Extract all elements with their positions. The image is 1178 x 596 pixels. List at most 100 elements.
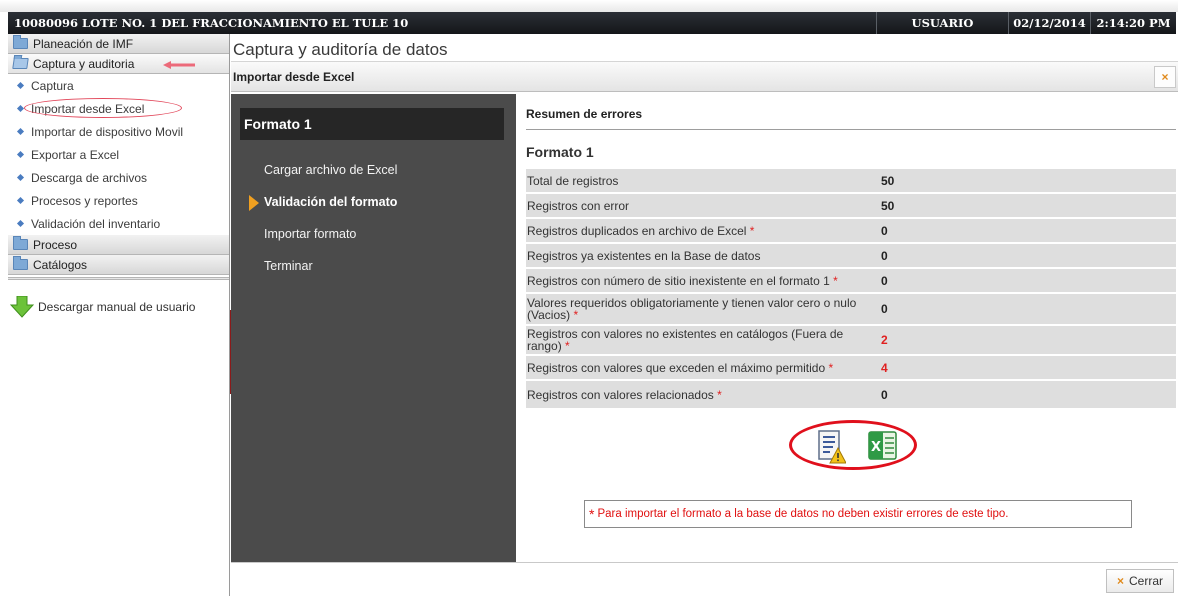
step-validacion[interactable]: Validación del formato	[231, 186, 516, 218]
section-label: Catálogos	[33, 257, 88, 272]
row-value: 0	[881, 223, 888, 238]
sidebar: Planeación de IMF Captura y auditoria Ca…	[8, 34, 236, 596]
step-importar[interactable]: Importar formato	[231, 218, 516, 250]
row-label: Total de registros	[527, 173, 619, 188]
sidebar-item-importar-movil[interactable]: Importar de dispositivo Movil	[8, 120, 229, 143]
table-row: Registros con valores que exceden el máx…	[526, 356, 1176, 381]
row-label: Registros duplicados en archivo de Excel	[527, 223, 747, 238]
download-arrow-icon	[10, 296, 34, 318]
format-title: Formato 1	[526, 144, 594, 160]
step-label: Importar formato	[264, 227, 357, 241]
dialog-title: Importar desde Excel	[233, 69, 355, 84]
row-label: Registros con error	[527, 198, 630, 213]
sidebar-item-descarga[interactable]: Descarga de archivos	[8, 166, 229, 189]
row-label: Registros con número de sitio inexistent…	[527, 273, 830, 288]
bullet-icon	[16, 173, 25, 182]
annotation-circle	[24, 98, 182, 118]
sidebar-item-exportar-excel[interactable]: Exportar a Excel	[8, 143, 229, 166]
row-value: 50	[881, 198, 895, 213]
note-text: Para importar el formato a la base de da…	[597, 508, 1009, 520]
folder-icon	[13, 256, 28, 270]
sidebar-section-catalogos[interactable]: Catálogos	[8, 255, 229, 275]
table-row: Registros con error 50	[526, 194, 1176, 219]
bullet-icon	[16, 219, 25, 228]
user-label[interactable]: USUARIO	[876, 12, 1008, 34]
date-label: 02/12/2014	[1008, 12, 1090, 34]
summary-content: Resumen de errores Formato 1 Total de re…	[526, 94, 1176, 562]
row-label: Registros con valores relacionados	[527, 387, 714, 402]
bullet-icon	[16, 81, 25, 90]
table-row: Registros con número de sitio inexistent…	[526, 269, 1176, 294]
row-label: Registros con valores no existentes en c…	[527, 327, 844, 353]
table-row: Valores requeridos obligatoriamente y ti…	[526, 294, 1176, 326]
step-label: Terminar	[264, 259, 313, 273]
download-manual-link[interactable]: Descargar manual de usuario	[8, 280, 229, 318]
step-terminar[interactable]: Terminar	[231, 250, 516, 282]
table-row: Registros duplicados en archivo de Excel…	[526, 219, 1176, 244]
dialog-footer: × Cerrar	[231, 562, 1178, 596]
row-value: 0	[881, 302, 888, 316]
sidebar-item-label: Importar de dispositivo Movil	[31, 124, 184, 139]
download-manual-label: Descargar manual de usuario	[38, 300, 196, 314]
record-title: 10080096 LOTE NO. 1 DEL FRACCIONAMIENTO …	[14, 16, 409, 30]
close-icon: ×	[1116, 574, 1124, 588]
folder-icon	[13, 35, 28, 49]
wizard-steps: Formato 1 Cargar archivo de Excel Valida…	[231, 94, 516, 562]
required-mark: *	[565, 339, 570, 353]
table-row: Registros ya existentes en la Base de da…	[526, 244, 1176, 269]
time-label: 2:14:20 PM	[1090, 12, 1176, 34]
required-mark: *	[833, 273, 838, 288]
sidebar-item-procesos[interactable]: Procesos y reportes	[8, 189, 229, 212]
row-value: 0	[881, 248, 888, 263]
sidebar-item-label: Validación del inventario	[31, 216, 161, 231]
table-row: Registros con valores no existentes en c…	[526, 326, 1176, 356]
sidebar-item-label: Descarga de archivos	[31, 170, 148, 185]
sidebar-item-label: Procesos y reportes	[31, 193, 138, 208]
step-cargar-archivo[interactable]: Cargar archivo de Excel	[231, 154, 516, 186]
row-value: 0	[881, 387, 888, 402]
annotation-arrow-icon	[163, 61, 195, 69]
bullet-icon	[16, 127, 25, 136]
table-row: Total de registros 50	[526, 169, 1176, 194]
note-mark: *	[589, 506, 595, 522]
close-icon[interactable]: ×	[1154, 66, 1176, 88]
excel-export-icon[interactable]: X	[866, 430, 898, 462]
sidebar-item-label: Captura	[31, 78, 74, 93]
report-icons: X	[526, 410, 1176, 480]
current-step-arrow-icon	[249, 195, 259, 211]
section-label: Captura y auditoria	[33, 56, 135, 71]
title-bar: 10080096 LOTE NO. 1 DEL FRACCIONAMIENTO …	[8, 12, 1176, 34]
row-value: 4	[881, 360, 888, 375]
required-mark: *	[573, 308, 579, 322]
open-folder-icon	[12, 58, 29, 69]
section-label: Planeación de IMF	[33, 36, 134, 51]
summary-table: Total de registros 50 Registros con erro…	[526, 169, 1176, 410]
wizard-header: Formato 1	[240, 108, 504, 140]
folder-icon	[13, 236, 28, 250]
sidebar-section-planeacion[interactable]: Planeación de IMF	[8, 34, 229, 54]
required-mark: *	[749, 223, 755, 238]
sidebar-item-validacion[interactable]: Validación del inventario	[8, 212, 229, 235]
error-report-icon[interactable]	[816, 430, 846, 464]
close-button[interactable]: × Cerrar	[1106, 569, 1174, 593]
step-label: Cargar archivo de Excel	[264, 163, 398, 177]
row-label: Registros ya existentes en la Base de da…	[527, 248, 761, 263]
required-mark: *	[717, 387, 722, 402]
sidebar-item-captura[interactable]: Captura	[8, 74, 229, 97]
close-button-label: Cerrar	[1129, 574, 1164, 588]
main-panel: Captura y auditoría de datos Importar de…	[231, 34, 1178, 596]
bullet-icon	[16, 150, 25, 159]
svg-text:X: X	[871, 440, 881, 455]
sidebar-item-importar-excel[interactable]: Importar desde Excel	[8, 97, 229, 120]
bullet-icon	[16, 196, 25, 205]
import-note: * Para importar el formato a la base de …	[584, 500, 1132, 528]
sidebar-section-captura[interactable]: Captura y auditoria	[8, 54, 229, 74]
page-title: Captura y auditoría de datos	[231, 34, 1178, 62]
row-label: Registros con valores que exceden el máx…	[527, 360, 826, 375]
table-row: Registros con valores relacionados * 0	[526, 381, 1176, 410]
row-value: 2	[881, 333, 888, 347]
top-shadow	[0, 0, 1178, 12]
section-label: Proceso	[33, 237, 78, 252]
sidebar-section-proceso[interactable]: Proceso	[8, 235, 229, 255]
required-mark: *	[828, 360, 834, 375]
